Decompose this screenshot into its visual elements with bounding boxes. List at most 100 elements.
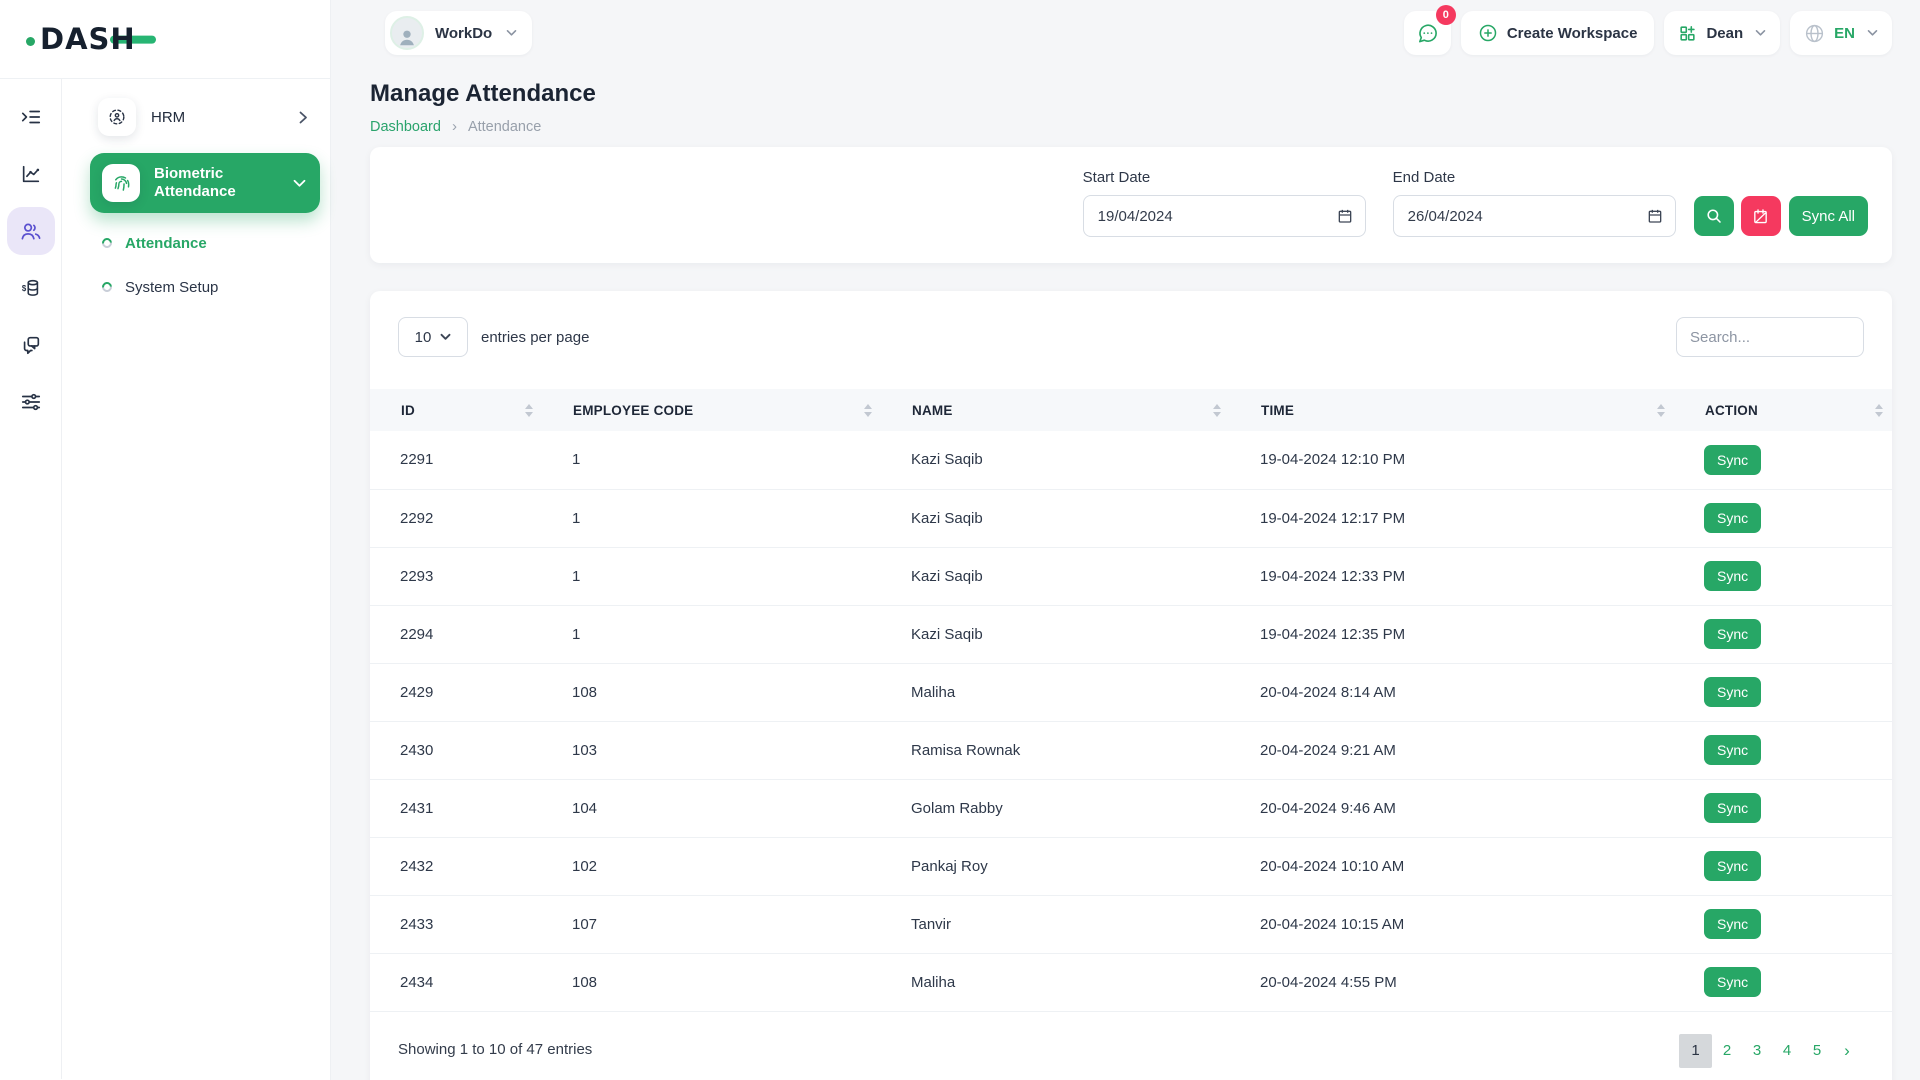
cell-name: Maliha — [881, 663, 1230, 721]
cell-time: 19-04-2024 12:10 PM — [1230, 431, 1674, 489]
chevron-right-icon — [299, 111, 308, 124]
cell-time: 20-04-2024 8:14 AM — [1230, 663, 1674, 721]
sidebar-item-biometric-attendance[interactable]: Biometric Attendance — [90, 153, 320, 213]
analytics-icon[interactable] — [7, 150, 55, 198]
sync-button[interactable]: Sync — [1704, 619, 1761, 649]
user-menu[interactable]: Dean — [1664, 11, 1780, 55]
table-search-input[interactable] — [1676, 317, 1864, 357]
create-workspace-button[interactable]: Create Workspace — [1461, 11, 1655, 55]
table-row: 2432102Pankaj Roy20-04-2024 10:10 AMSync — [370, 837, 1892, 895]
main-area: WorkDo 0 Create Workspace — [331, 0, 1920, 1080]
column-header-name[interactable]: NAME — [881, 389, 1230, 431]
page-button-1[interactable]: 1 — [1679, 1034, 1712, 1068]
table-header-row: ID EMPLOYEE CODE NAME TIME ACTION — [370, 389, 1892, 431]
chevron-down-icon — [440, 333, 451, 341]
cell-time: 20-04-2024 9:46 AM — [1230, 779, 1674, 837]
end-date-group: End Date 26/04/2024 — [1393, 169, 1676, 237]
page-title: Manage Attendance — [370, 80, 1892, 108]
start-date-input[interactable]: 19/04/2024 — [1083, 195, 1366, 237]
page-button-5[interactable]: 5 — [1802, 1034, 1832, 1068]
page-size-select[interactable]: 10 — [398, 317, 468, 357]
notifications-button[interactable]: 0 — [1404, 11, 1451, 55]
cell-code: 1 — [542, 547, 881, 605]
table-row: 2429108Maliha20-04-2024 8:14 AMSync — [370, 663, 1892, 721]
workspace-selector[interactable]: WorkDo — [385, 11, 532, 55]
table-row: 22941Kazi Saqib19-04-2024 12:35 PMSync — [370, 605, 1892, 663]
topbar-right-cluster: 0 Create Workspace Dean — [1404, 11, 1892, 55]
search-filter-button[interactable] — [1694, 196, 1734, 236]
sidebar-item-attendance[interactable]: Attendance — [102, 221, 320, 265]
create-workspace-label: Create Workspace — [1507, 25, 1638, 42]
sort-icon[interactable] — [1213, 404, 1221, 417]
sync-button[interactable]: Sync — [1704, 503, 1761, 533]
messages-icon[interactable] — [7, 321, 55, 369]
next-page-button[interactable]: › — [1832, 1034, 1862, 1068]
sort-icon[interactable] — [864, 404, 872, 417]
end-date-value: 26/04/2024 — [1408, 208, 1483, 225]
reset-filter-button[interactable] — [1741, 196, 1781, 236]
page-button-2[interactable]: 2 — [1712, 1034, 1742, 1068]
sync-button[interactable]: Sync — [1704, 735, 1761, 765]
cell-code: 1 — [542, 605, 881, 663]
cell-time: 19-04-2024 12:17 PM — [1230, 489, 1674, 547]
end-date-label: End Date — [1393, 169, 1676, 186]
cell-code: 102 — [542, 837, 881, 895]
table-row: 22911Kazi Saqib19-04-2024 12:10 PMSync — [370, 431, 1892, 489]
task-list-icon[interactable] — [7, 93, 55, 141]
cell-name: Kazi Saqib — [881, 547, 1230, 605]
sort-icon[interactable] — [1875, 404, 1883, 417]
sync-button[interactable]: Sync — [1704, 967, 1761, 997]
sync-button[interactable]: Sync — [1704, 851, 1761, 881]
column-header-time[interactable]: TIME — [1230, 389, 1674, 431]
attendance-table-card: 10 entries per page ID EMPLOYEE CODE NAM… — [370, 291, 1892, 1080]
cell-id: 2434 — [370, 953, 542, 1011]
chevron-down-icon — [1867, 29, 1878, 37]
cell-time: 19-04-2024 12:35 PM — [1230, 605, 1674, 663]
sync-button[interactable]: Sync — [1704, 793, 1761, 823]
sidebar-body: $ HRM — [0, 79, 330, 1079]
finance-icon[interactable]: $ — [7, 264, 55, 312]
sync-button[interactable]: Sync — [1704, 561, 1761, 591]
page-button-4[interactable]: 4 — [1772, 1034, 1802, 1068]
cell-name: Kazi Saqib — [881, 489, 1230, 547]
column-header-action[interactable]: ACTION — [1674, 389, 1892, 431]
plus-circle-icon — [1478, 23, 1498, 43]
sidebar-item-system-setup[interactable]: System Setup — [102, 265, 320, 309]
sync-button[interactable]: Sync — [1704, 909, 1761, 939]
cell-id: 2433 — [370, 895, 542, 953]
cell-id: 2294 — [370, 605, 542, 663]
cell-id: 2431 — [370, 779, 542, 837]
breadcrumb-dashboard-link[interactable]: Dashboard — [370, 119, 441, 135]
sort-icon[interactable] — [1657, 404, 1665, 417]
cell-code: 108 — [542, 663, 881, 721]
sort-icon[interactable] — [525, 404, 533, 417]
cell-name: Pankaj Roy — [881, 837, 1230, 895]
sync-button[interactable]: Sync — [1704, 677, 1761, 707]
notification-badge: 0 — [1436, 5, 1456, 25]
sync-button[interactable]: Sync — [1704, 445, 1761, 475]
page-header: Manage Attendance Dashboard › Attendance — [331, 56, 1920, 135]
cell-time: 20-04-2024 9:21 AM — [1230, 721, 1674, 779]
entries-summary: Showing 1 to 10 of 47 entries — [398, 1034, 592, 1058]
language-selector[interactable]: EN — [1790, 11, 1892, 55]
column-header-id[interactable]: ID — [370, 389, 542, 431]
attendance-table: ID EMPLOYEE CODE NAME TIME ACTION 22911K… — [370, 389, 1892, 1012]
sidebar: DASH $ — [0, 0, 331, 1080]
page-button-3[interactable]: 3 — [1742, 1034, 1772, 1068]
column-header-employee-code[interactable]: EMPLOYEE CODE — [542, 389, 881, 431]
breadcrumb-separator: › — [452, 118, 457, 135]
cell-code: 1 — [542, 431, 881, 489]
sidebar-item-label: HRM — [151, 109, 281, 126]
cell-name: Maliha — [881, 953, 1230, 1011]
end-date-input[interactable]: 26/04/2024 — [1393, 195, 1676, 237]
app-root: DASH $ — [0, 0, 1920, 1080]
users-icon[interactable] — [7, 207, 55, 255]
sidebar-item-hrm[interactable]: HRM — [90, 93, 320, 141]
search-icon — [1705, 207, 1723, 225]
logo-dot — [26, 37, 35, 46]
cell-time: 20-04-2024 10:10 AM — [1230, 837, 1674, 895]
sync-all-button[interactable]: Sync All — [1789, 196, 1868, 236]
sliders-icon[interactable] — [7, 378, 55, 426]
cell-id: 2430 — [370, 721, 542, 779]
brand-logo[interactable]: DASH — [26, 22, 136, 56]
